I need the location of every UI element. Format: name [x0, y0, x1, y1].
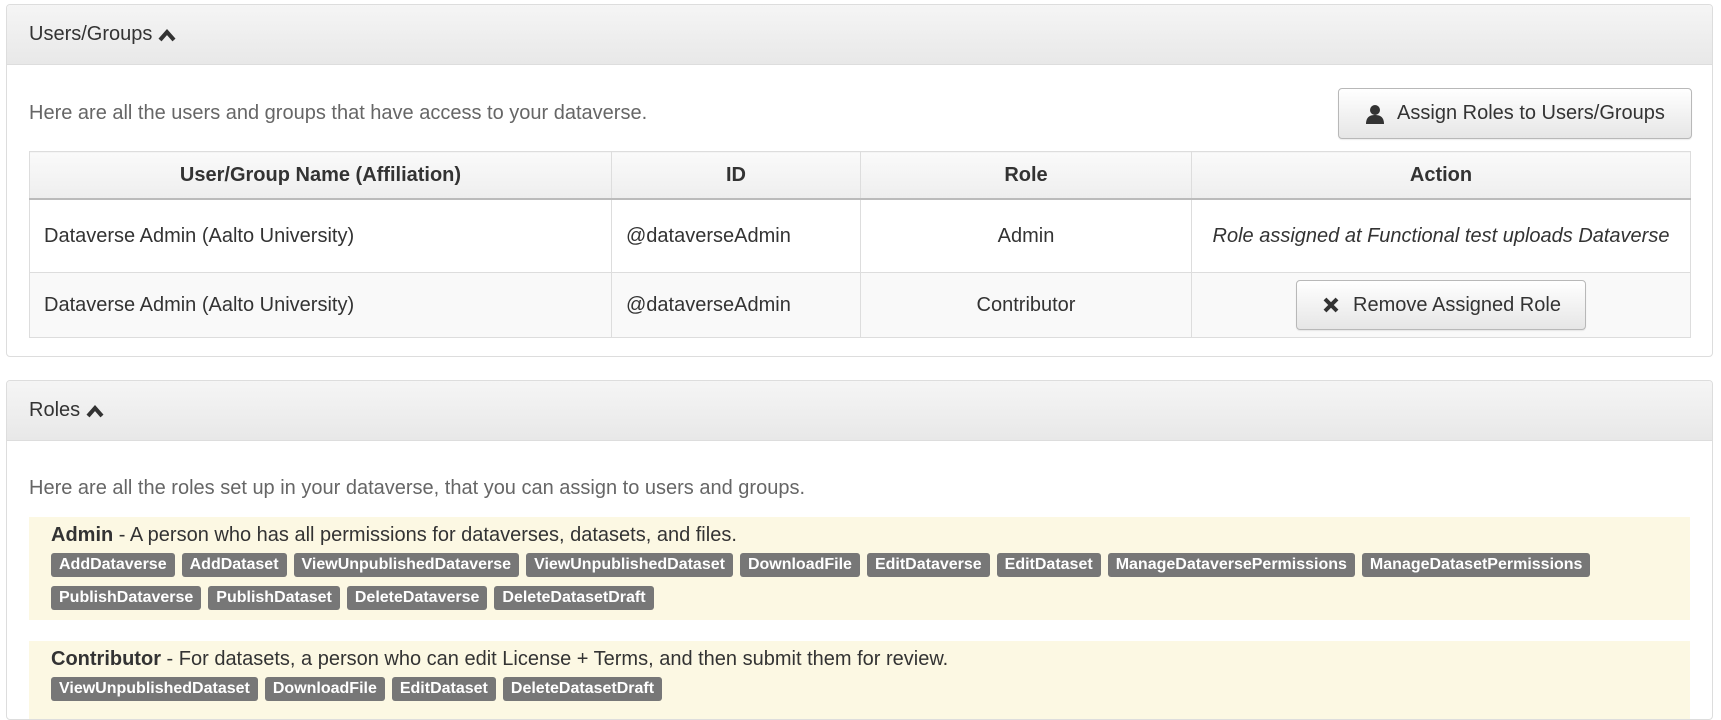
role-contributor-block: Contributor - For datasets, a person who… — [29, 641, 1690, 719]
role-permissions: ViewUnpublishedDataset DownloadFile EditDa… — [51, 674, 1668, 707]
table-header-row: User/Group Name (Affiliation) ID Role Ac… — [29, 151, 1691, 200]
remove-x-icon — [1323, 297, 1339, 313]
users-groups-heading[interactable]: Users/Groups — [7, 5, 1712, 65]
table-row: Dataverse Admin (Aalto University) @data… — [29, 198, 1691, 273]
permission-label: ViewUnpublishedDataset — [526, 553, 733, 577]
column-header-role[interactable]: Role — [860, 151, 1192, 200]
remove-assigned-role-button[interactable]: Remove Assigned Role — [1296, 280, 1586, 330]
column-header-action[interactable]: Action — [1191, 151, 1691, 200]
users-groups-intro: Here are all the users and groups that h… — [29, 102, 648, 124]
role-description: - For datasets, a person who can edit Li… — [160, 648, 949, 670]
assign-roles-button[interactable]: Assign Roles to Users/Groups — [1338, 88, 1692, 139]
action-cell: Remove Assigned Role — [1191, 272, 1691, 338]
user-id-cell: @dataverseAdmin — [611, 272, 861, 338]
permission-label: DeleteDataverse — [346, 586, 488, 610]
permission-label: PublishDataverse — [51, 586, 202, 610]
permission-label: EditDataset — [996, 553, 1101, 577]
user-name-cell: Dataverse Admin (Aalto University) — [29, 198, 612, 273]
user-icon — [1366, 104, 1385, 124]
permission-label: ManageDataversePermissions — [1107, 553, 1355, 577]
users-groups-panel: Users/Groups Here are all the users and … — [6, 4, 1713, 357]
user-role-cell: Contributor — [860, 272, 1192, 338]
roles-panel: Roles Here are all the roles set up in y… — [6, 380, 1713, 720]
permission-label: ViewUnpublishedDataset — [51, 677, 258, 701]
user-role-cell: Admin — [860, 198, 1192, 273]
role-name: Contributor — [51, 648, 161, 670]
role-permissions: AddDataverse AddDataset ViewUnpublishedDat… — [51, 550, 1668, 616]
permission-label: EditDataverse — [866, 553, 990, 577]
column-header-name[interactable]: User/Group Name (Affiliation) — [29, 151, 612, 200]
permission-label: DeleteDatasetDraft — [494, 586, 654, 610]
users-groups-table: User/Group Name (Affiliation) ID Role Ac… — [29, 151, 1691, 338]
permission-label: EditDataset — [391, 677, 496, 701]
role-description: - A person who has all permissions for d… — [113, 524, 737, 546]
roles-heading-label: Roles — [29, 399, 81, 421]
user-name-cell: Dataverse Admin (Aalto University) — [29, 272, 612, 338]
permission-label: DeleteDatasetDraft — [502, 677, 663, 701]
role-admin-block: Admin - A person who has all permissions… — [29, 517, 1690, 620]
permission-label: DownloadFile — [739, 553, 860, 577]
role-name: Admin — [51, 524, 114, 546]
column-header-id[interactable]: ID — [611, 151, 861, 200]
permission-label: ManageDatasetPermissions — [1361, 553, 1591, 577]
permission-label: AddDataverse — [51, 553, 175, 577]
users-groups-heading-label: Users/Groups — [29, 23, 153, 45]
table-row: Dataverse Admin (Aalto University) @data… — [29, 272, 1691, 338]
roles-heading[interactable]: Roles — [7, 381, 1712, 441]
permission-label: ViewUnpublishedDataverse — [293, 553, 520, 577]
role-title: Admin - A person who has all permissions… — [51, 517, 1668, 550]
user-id-cell: @dataverseAdmin — [611, 198, 861, 273]
role-title: Contributor - For datasets, a person who… — [51, 641, 1668, 674]
remove-assigned-role-label: Remove Assigned Role — [1353, 293, 1561, 316]
chevron-up-icon — [158, 28, 176, 41]
permission-label: PublishDataset — [208, 586, 340, 610]
chevron-up-icon — [86, 404, 104, 417]
permission-label: AddDataset — [181, 553, 287, 577]
roles-intro: Here are all the roles set up in your da… — [29, 477, 805, 499]
assign-roles-label: Assign Roles to Users/Groups — [1397, 102, 1665, 124]
permission-label: DownloadFile — [264, 677, 385, 701]
role-assigned-note: Role assigned at Functional test uploads… — [1191, 198, 1691, 273]
